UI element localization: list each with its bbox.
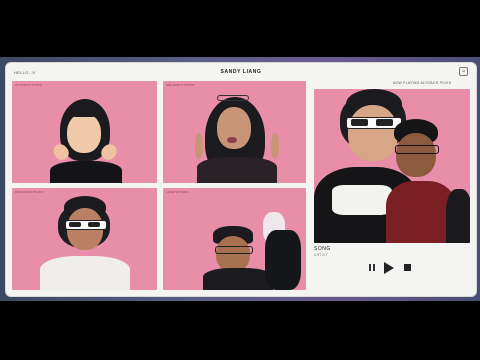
artist-name: ARTIST bbox=[314, 253, 329, 257]
person bbox=[386, 119, 470, 243]
photo-card-melissa[interactable]: MELISSA'S PICKS bbox=[163, 81, 306, 183]
photo-label: MELISSA'S PICKS bbox=[166, 83, 195, 87]
photo-label: ALYSSA'S PICKS bbox=[15, 83, 42, 87]
person bbox=[195, 93, 285, 183]
page-title: SANDY LIANG bbox=[220, 69, 262, 75]
person bbox=[203, 210, 303, 290]
app-window: HELLO, !!! SANDY LIANG ☺ ALYSSA'S PICKS … bbox=[6, 63, 476, 296]
stop-icon[interactable] bbox=[404, 264, 411, 271]
photo-card-alyssa[interactable]: ALYSSA'S PICKS bbox=[12, 81, 157, 183]
photo-card-brooks[interactable]: BROOKS'S PICKS bbox=[12, 188, 157, 290]
now-playing-cover bbox=[314, 89, 470, 243]
person bbox=[42, 99, 132, 183]
now-playing-label: NOW PLAYING ALYSSA'S PICKS bbox=[392, 81, 452, 85]
photo-card-luke[interactable]: LUKE'S PICKS bbox=[163, 188, 306, 290]
player-controls bbox=[367, 261, 417, 275]
song-title: SONG bbox=[314, 246, 331, 252]
play-icon[interactable] bbox=[384, 262, 394, 274]
pause-icon[interactable] bbox=[369, 264, 375, 271]
photo-label: LUKE'S PICKS bbox=[166, 190, 189, 194]
smile-icon[interactable]: ☺ bbox=[459, 67, 468, 76]
person bbox=[34, 194, 134, 290]
